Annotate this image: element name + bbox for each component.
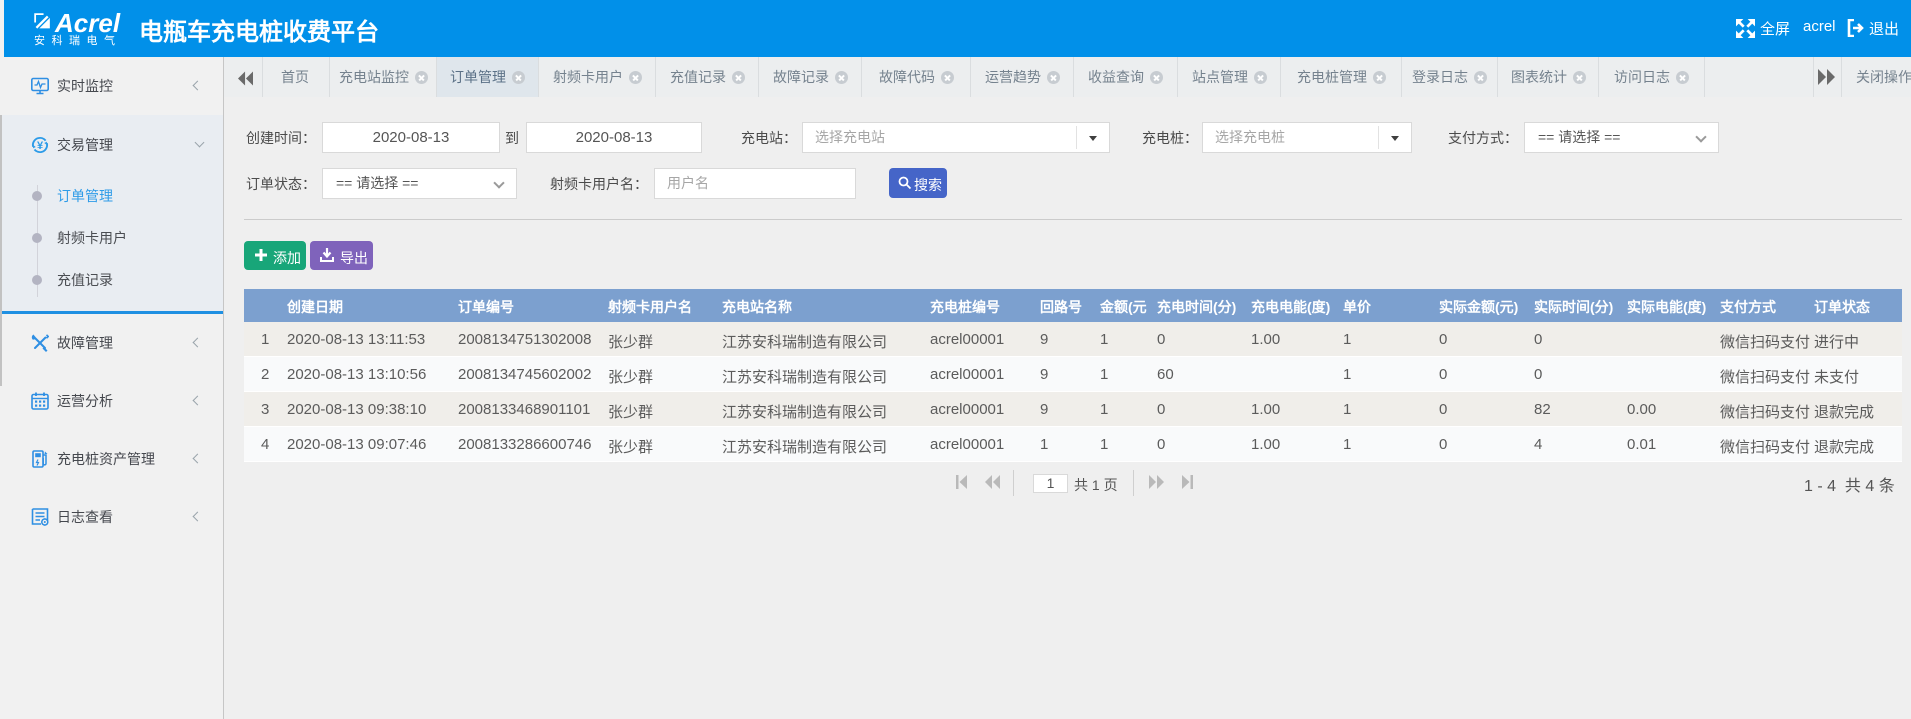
svg-text:¥: ¥ bbox=[37, 140, 44, 152]
